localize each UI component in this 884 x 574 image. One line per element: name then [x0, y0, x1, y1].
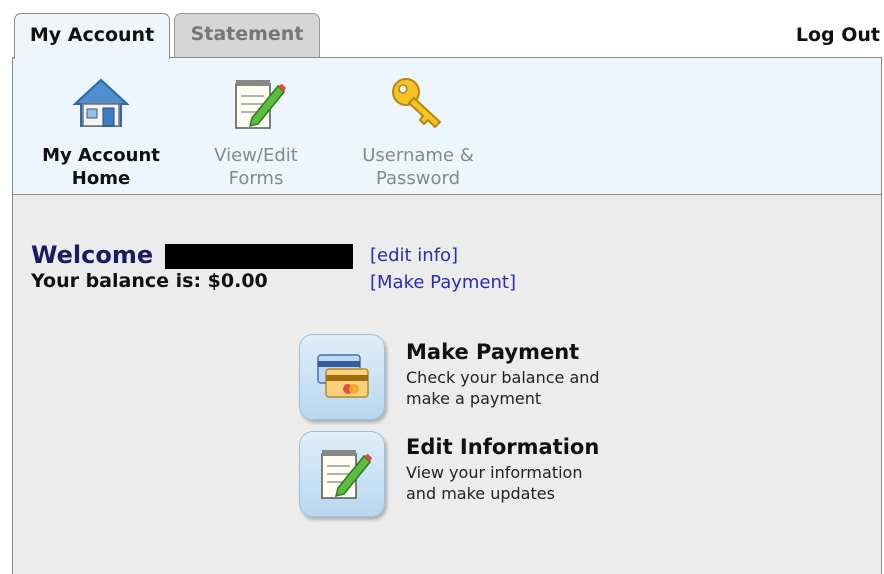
subnav-item-label-line1: My Account: [42, 145, 160, 166]
notepad-pencil-icon: [235, 80, 286, 129]
edit-info-link[interactable]: [edit info]: [370, 245, 458, 266]
edit-information-description: View your information and make updates: [406, 462, 646, 504]
welcome-heading: Welcome: [31, 241, 154, 269]
subnav-item-label-line1: View/Edit: [214, 145, 298, 166]
tab-my-account[interactable]: My Account: [14, 13, 170, 59]
subnav-item-my-account-home[interactable]: My Account Home: [31, 74, 171, 190]
subnav-item-view-edit-forms[interactable]: View/Edit Forms: [191, 74, 321, 190]
subnav-item-label-line2: Forms: [228, 168, 284, 189]
make-payment-link[interactable]: [Make Payment]: [370, 272, 516, 293]
make-payment-description: Check your balance and make a payment: [406, 367, 646, 409]
balance-text: Your balance is: $0.00: [31, 270, 268, 292]
subnav-item-label-line2: Password: [375, 168, 461, 189]
tab-my-account-label: My Account: [29, 23, 155, 46]
description-line1: Check your balance and: [406, 368, 600, 387]
key-icon: [392, 78, 442, 129]
notepad-pencil-icon: [321, 450, 372, 499]
edit-information-title[interactable]: Edit Information: [406, 435, 599, 459]
tab-statement-label: Statement: [190, 22, 304, 45]
credit-card-icon: [317, 354, 369, 398]
log-out-link[interactable]: Log Out: [796, 24, 880, 46]
tab-statement[interactable]: Statement: [174, 13, 320, 57]
edit-information-button[interactable]: [299, 431, 385, 517]
description-line1: View your information: [406, 463, 583, 482]
make-payment-title[interactable]: Make Payment: [406, 340, 579, 364]
main-panel: Welcome Your balance is: $0.00 [edit inf…: [12, 194, 882, 574]
subnav-item-username-password[interactable]: Username & Password: [338, 74, 498, 190]
make-payment-button[interactable]: [299, 334, 385, 420]
description-line2: make a payment: [406, 389, 542, 408]
redacted-username: [165, 244, 353, 269]
subnav-item-label-line2: Home: [71, 168, 131, 189]
subnav-item-label-line1: Username &: [362, 145, 474, 166]
description-line2: and make updates: [406, 484, 555, 503]
account-subnav: My Account Home View/Edit Forms Username…: [12, 57, 882, 195]
house-icon: [72, 78, 130, 127]
